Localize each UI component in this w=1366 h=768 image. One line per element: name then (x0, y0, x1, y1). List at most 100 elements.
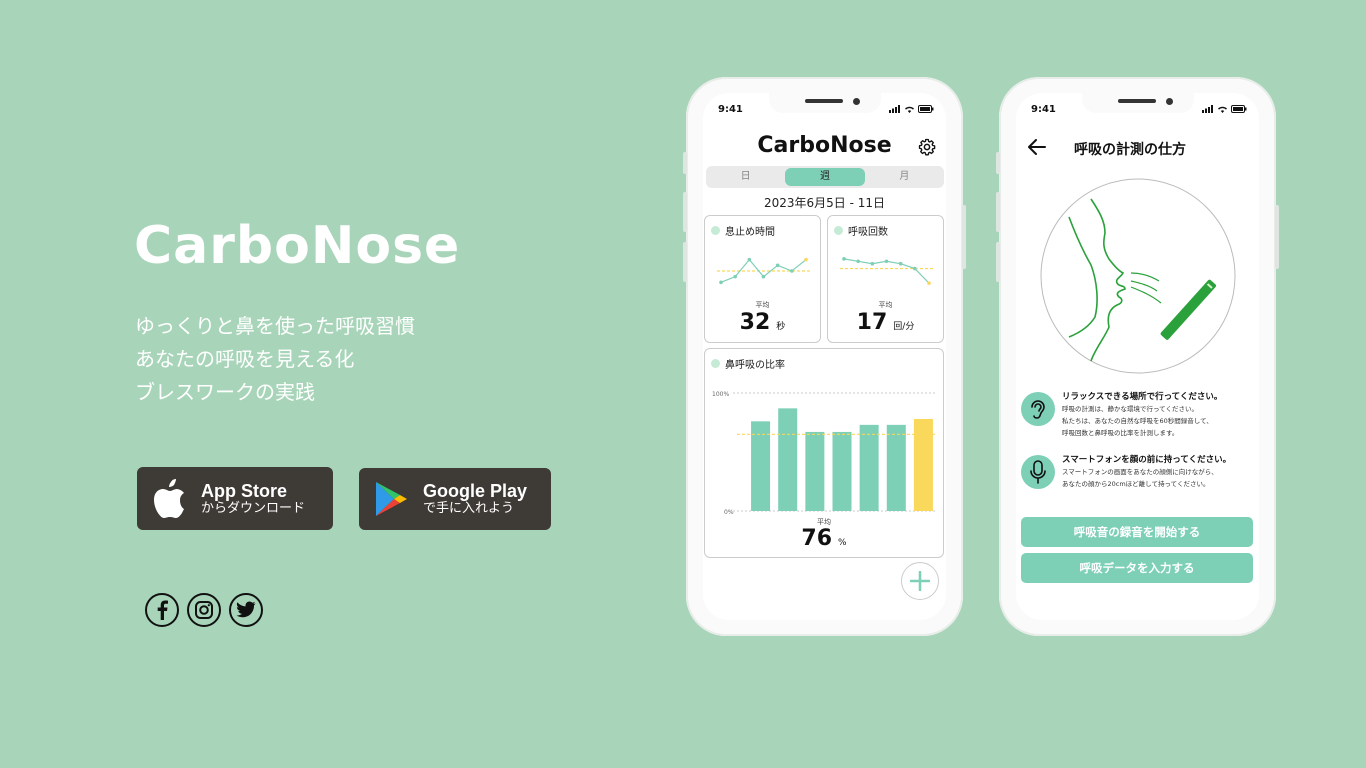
legend-dot (711, 226, 720, 235)
tab-week[interactable]: 週 (785, 168, 865, 186)
google-play-icon (359, 480, 423, 518)
avg-value: 17 (856, 310, 888, 335)
data-point (898, 261, 903, 266)
phone-mockup-guide: 9:41 呼吸の計測の仕方 リラックスできる場所で行ってください。 呼吸の計測は… (996, 77, 1279, 636)
tab-month[interactable]: 月 (865, 166, 944, 188)
battery-icon (918, 105, 934, 113)
app-store-line1: App Store (201, 480, 288, 501)
bar (778, 408, 798, 511)
phone-notch (1081, 93, 1194, 113)
card-label: 息止め時間 (725, 227, 775, 238)
status-icons (889, 105, 934, 113)
input-data-button[interactable]: 呼吸データを入力する (1021, 553, 1253, 583)
avg-value: 32 (739, 310, 771, 335)
data-point (884, 259, 889, 264)
avg-value-row: 32 秒 (705, 310, 820, 335)
card-label: 呼吸回数 (848, 227, 888, 238)
nasal-ratio-card[interactable]: 鼻呼吸の比率 100% 0% 平均 76% (704, 348, 944, 558)
app-store-line2: からダウンロード (201, 500, 306, 516)
y-tick-label: 0% (724, 509, 734, 516)
microphone-icon (1021, 455, 1055, 489)
bar (886, 424, 906, 511)
tip-body-line: スマートフォンの画面をあなたの顔側に向けながら、 (1062, 468, 1218, 476)
battery-icon (1231, 105, 1247, 113)
avg-unit: % (838, 538, 847, 548)
guide-title: 呼吸の計測の仕方 (1074, 142, 1186, 158)
tip-body: スマートフォンの画面をあなたの顔側に向けながら、 あなたの顔から20cmほど離し… (1062, 466, 1218, 490)
phone-notch (768, 93, 881, 113)
period-tabs: 日 週 月 (706, 166, 944, 188)
avg-unit: 回/分 (893, 322, 915, 332)
card-header: 息止め時間 (711, 223, 775, 238)
tip-title: スマートフォンを顔の前に持ってください。 (1062, 455, 1232, 465)
avg-label: 平均 (878, 301, 893, 309)
phone-side-button (996, 242, 1000, 282)
nasal-ratio-bar-chart: 100% 0% (712, 391, 937, 516)
tip-body-line: あなたの顔から20cmほど離して持ってください。 (1062, 480, 1210, 488)
phone-side-button (683, 192, 687, 232)
ear-icon (1021, 392, 1055, 426)
bar (859, 424, 879, 511)
back-arrow-icon[interactable] (1028, 139, 1046, 159)
twitter-icon[interactable] (229, 593, 263, 627)
app-store-button[interactable]: App Store からダウンロード (137, 467, 333, 530)
gear-icon[interactable] (918, 138, 936, 160)
breath-hold-card[interactable]: 息止め時間 平均 32 秒 (704, 215, 821, 343)
data-point (790, 269, 794, 273)
phone-side-button (996, 152, 1000, 174)
bar (832, 431, 852, 511)
legend-dot (711, 359, 720, 368)
guide-screen: 9:41 呼吸の計測の仕方 リラックスできる場所で行ってください。 呼吸の計測は… (1016, 93, 1259, 620)
signal-icon (1202, 105, 1213, 113)
app-title: CarboNose (757, 133, 892, 158)
data-point (761, 274, 766, 279)
data-point (927, 281, 931, 285)
data-point (913, 266, 917, 271)
data-point (870, 261, 875, 266)
apple-icon (137, 478, 201, 519)
breath-rate-line-chart (840, 257, 933, 285)
avg-unit: 秒 (776, 322, 786, 332)
phone-side-button (1275, 205, 1279, 269)
y-tick-label: 100% (712, 391, 729, 398)
face-measure-illustration (1039, 177, 1237, 379)
breath-rate-card[interactable]: 呼吸回数 平均 17 回/分 (827, 215, 944, 343)
avg-value: 76 (801, 526, 833, 551)
legend-dot (834, 226, 843, 235)
phone-mockup-dashboard: 9:41 CarboNose 日 週 月 2023年6月5日 - 11日 息止め… (683, 77, 966, 636)
phone-side-button (996, 192, 1000, 232)
tip-body-line: 呼吸回数と鼻呼吸の比率を計測します。 (1062, 429, 1179, 437)
plus-icon (910, 571, 930, 591)
card-header: 呼吸回数 (834, 223, 888, 238)
instagram-icon[interactable] (187, 593, 221, 627)
data-point (856, 259, 860, 264)
date-range: 2023年6月5日 - 11日 (763, 196, 886, 210)
phone-side-button (683, 242, 687, 282)
avg-value-row: 17 回/分 (828, 310, 943, 335)
social-links (145, 593, 263, 627)
tagline-line: ブレスワークの実践 (135, 380, 315, 404)
bar (805, 431, 825, 511)
data-point (733, 274, 737, 279)
avg-label: 平均 (755, 301, 770, 309)
data-point (747, 257, 752, 262)
tip-body-line: 呼吸の計測は、静かな環境で行ってください。 (1062, 405, 1198, 413)
data-point (842, 257, 846, 261)
wifi-icon (905, 106, 914, 113)
status-time: 9:41 (718, 104, 743, 115)
start-recording-button[interactable]: 呼吸音の録音を開始する (1021, 517, 1253, 547)
bar (913, 418, 933, 511)
facebook-icon[interactable] (145, 593, 179, 627)
wifi-icon (1218, 106, 1227, 113)
google-play-button[interactable]: Google Play で手に入れよう (359, 468, 551, 530)
google-play-line1: Google Play (423, 481, 528, 501)
tagline-line: あなたの呼吸を見える化 (135, 347, 355, 371)
status-icons (1202, 105, 1247, 113)
tab-day[interactable]: 日 (706, 166, 785, 188)
tip-title: リラックスできる場所で行ってください。 (1062, 392, 1223, 402)
phone-side-button (683, 152, 687, 174)
tip-body: 呼吸の計測は、静かな環境で行ってください。 私たちは、あなたの自然な呼吸を60秒… (1062, 403, 1213, 439)
add-record-button[interactable] (901, 562, 939, 600)
data-point (804, 257, 808, 262)
tip-body-line: 私たちは、あなたの自然な呼吸を60秒間録音して、 (1062, 417, 1213, 425)
